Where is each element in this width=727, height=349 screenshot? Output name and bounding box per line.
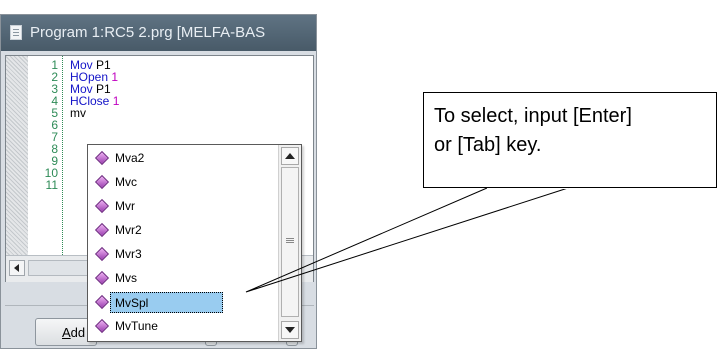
list-item-selected[interactable]: MvSpl xyxy=(88,292,278,313)
method-diamond-icon xyxy=(94,174,110,190)
list-item[interactable]: Mvr2 xyxy=(88,220,278,241)
method-diamond-icon xyxy=(94,270,110,286)
list-item[interactable]: Mvr xyxy=(88,196,278,217)
vertical-scrollbar[interactable] xyxy=(278,145,301,341)
item-label: Mvr2 xyxy=(115,223,142,237)
editor-margin xyxy=(6,56,28,255)
callout-line-1: To select, input [Enter] xyxy=(434,105,632,127)
item-label: Mvc xyxy=(115,175,137,189)
code-line-current[interactable]: mv xyxy=(70,107,86,119)
list-item[interactable]: Mvr3 xyxy=(88,244,278,265)
window-title: Program 1:RC5 2.prg [MELFA-BAS xyxy=(30,24,266,41)
method-diamond-icon xyxy=(94,150,110,166)
title-bar: Program 1:RC5 2.prg [MELFA-BAS xyxy=(1,15,316,51)
numeric-argument: 1 xyxy=(112,94,120,108)
numeric-argument: 1 xyxy=(111,70,119,84)
add-button-rest: dd xyxy=(70,325,86,340)
method-diamond-icon xyxy=(94,246,110,262)
grip-icon xyxy=(286,238,294,239)
scroll-up-arrow-icon[interactable] xyxy=(281,147,299,165)
item-label: Mvr xyxy=(115,199,135,213)
typed-text: mv xyxy=(70,106,86,120)
list-item[interactable]: Mvc xyxy=(88,172,278,193)
method-diamond-icon xyxy=(94,318,110,334)
list-item[interactable]: MvTune xyxy=(88,316,278,337)
method-diamond-icon xyxy=(94,198,110,214)
list-item[interactable]: Mva2 xyxy=(88,148,278,169)
item-label: Mvr3 xyxy=(115,247,142,261)
list-item[interactable]: Mvs xyxy=(88,268,278,289)
line-number-gutter: 1 2 3 4 5 6 7 8 9 10 11 xyxy=(28,56,63,255)
horizontal-scroll-thumb[interactable] xyxy=(28,260,88,276)
callout-line-2: or [Tab] key. xyxy=(434,134,542,156)
autocomplete-list[interactable]: Mva2 Mvc Mvr Mvr2 Mvr3 Mvs MvSpl MvTune xyxy=(87,144,302,342)
item-label: MvTune xyxy=(115,319,158,333)
method-diamond-icon xyxy=(94,294,110,310)
item-label: Mva2 xyxy=(115,151,145,165)
scroll-left-arrow-icon[interactable] xyxy=(9,260,25,276)
scroll-down-arrow-icon[interactable] xyxy=(281,321,299,339)
document-icon xyxy=(10,25,22,40)
item-label: MvSpl xyxy=(110,292,224,313)
callout-box: To select, input [Enter] or [Tab] key. xyxy=(423,92,717,188)
add-button-mnemonic: A xyxy=(62,325,71,340)
vertical-scroll-thumb[interactable] xyxy=(281,167,299,317)
method-diamond-icon xyxy=(94,222,110,238)
line-number: 11 xyxy=(45,178,58,192)
item-label: Mvs xyxy=(115,271,137,285)
